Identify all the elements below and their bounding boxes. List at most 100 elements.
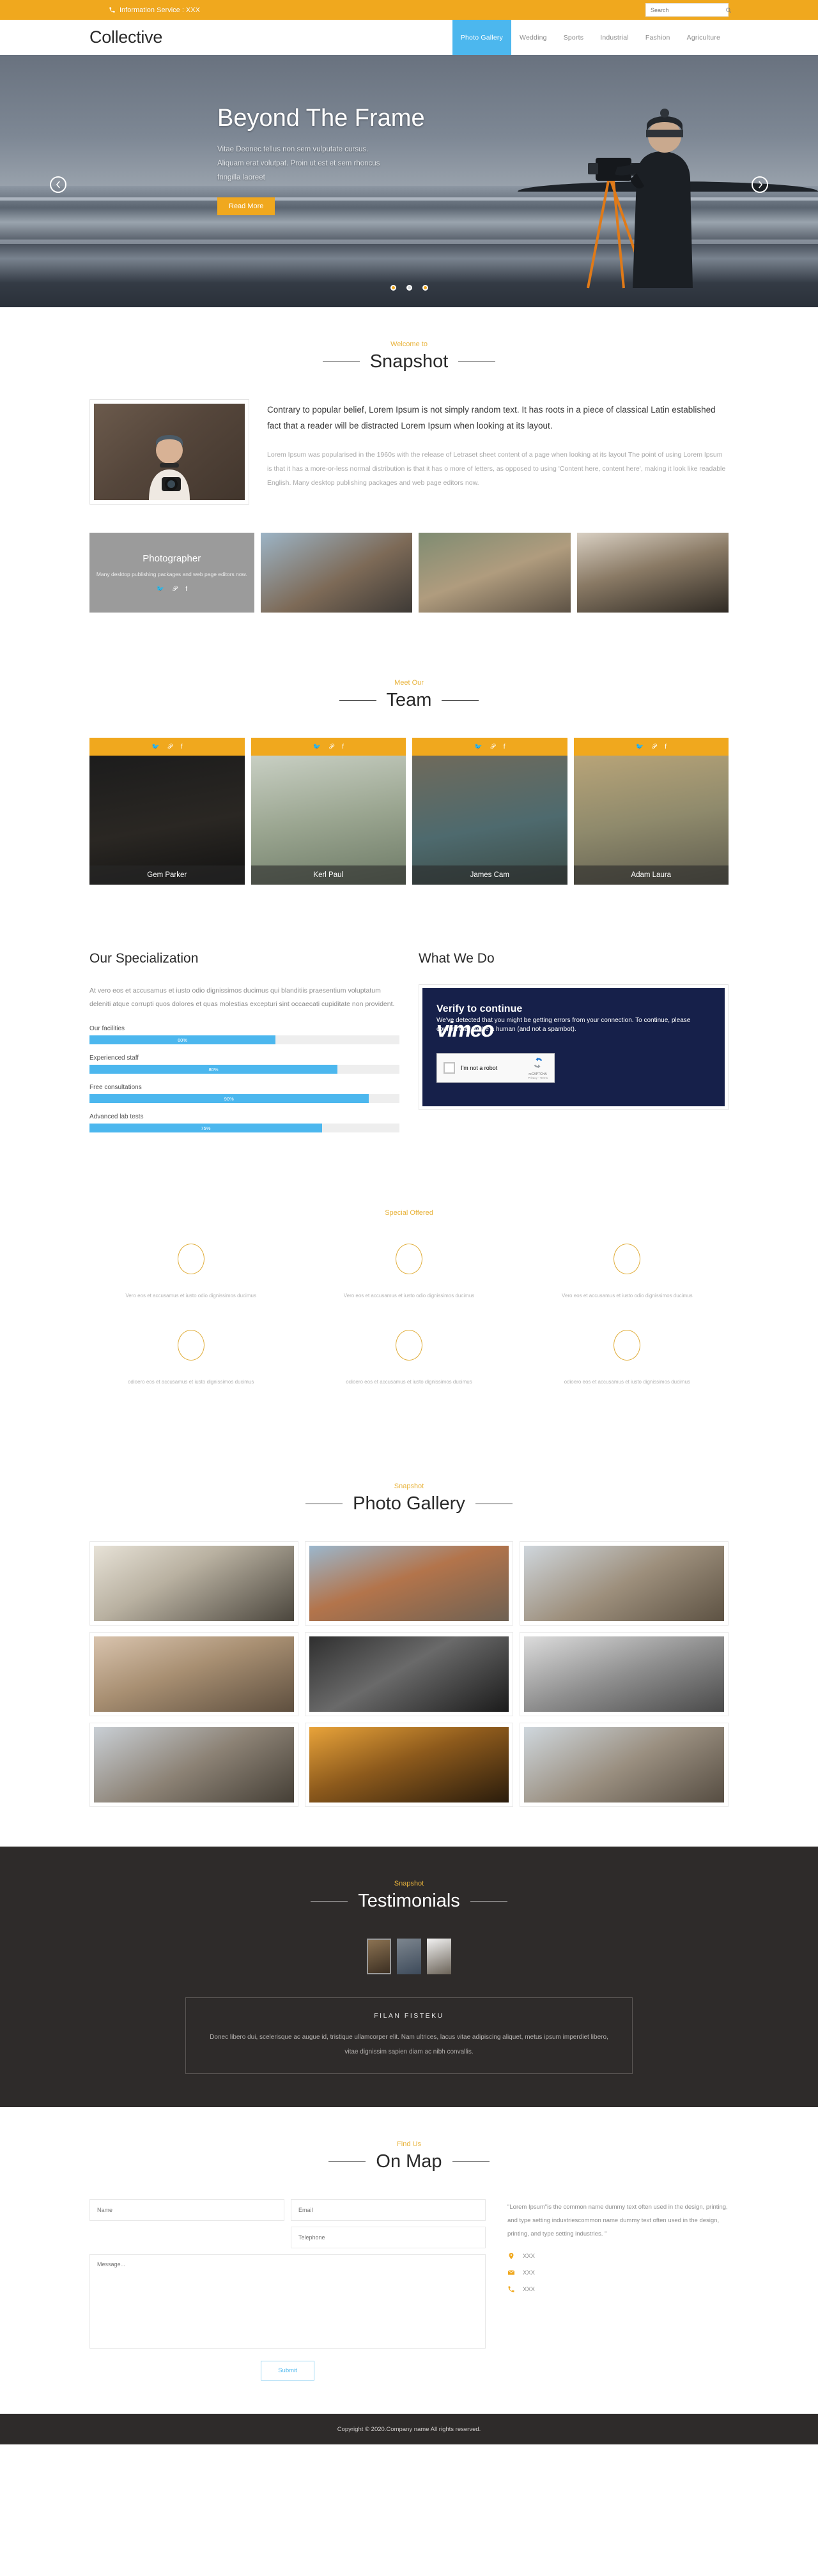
offer-item[interactable]: odioero eos et accusamus et iusto dignis…	[307, 1330, 510, 1387]
twitter-icon[interactable]: 🐦	[151, 743, 159, 751]
gallery-item[interactable]	[304, 1632, 514, 1716]
hero-next-arrow[interactable]	[752, 176, 768, 193]
hero-dot-1[interactable]	[390, 285, 396, 291]
photographer-portrait-photo	[94, 404, 245, 500]
heading-rule-left	[339, 700, 376, 701]
search-box[interactable]	[645, 3, 732, 17]
pinterest-icon[interactable]: 𝒫	[490, 743, 495, 751]
gallery-item[interactable]	[520, 1723, 729, 1807]
pinterest-icon[interactable]: 𝒫	[167, 743, 172, 751]
nav-item-photo-gallery[interactable]: Photo Gallery	[452, 20, 512, 55]
team-member-card: 🐦 𝒫 f Gem Parker	[89, 738, 245, 885]
information-service-text: Information Service : XXX	[120, 6, 200, 14]
email-input[interactable]	[291, 2199, 486, 2221]
hero-dot-2[interactable]	[406, 285, 412, 291]
avatar-3[interactable]	[427, 1939, 451, 1974]
photographer-card-text: Many desktop publishing packages and web…	[96, 570, 247, 577]
offer-item[interactable]: odioero eos et accusamus et iusto dignis…	[526, 1330, 729, 1387]
pinterest-icon[interactable]: 𝒫	[329, 743, 334, 751]
search-input[interactable]	[651, 6, 725, 13]
vimeo-logo: vimeo	[436, 1017, 494, 1042]
offers-row-2: odioero eos et accusamus et iusto dignis…	[89, 1330, 729, 1387]
offer-circle-icon	[395, 1244, 422, 1274]
offer-item[interactable]: Vero eos et accusamus et iusto odio dign…	[89, 1244, 292, 1300]
facebook-icon[interactable]: f	[504, 743, 505, 751]
recaptcha-checkbox[interactable]	[444, 1062, 455, 1074]
card-photo-camera-closeup[interactable]	[260, 533, 412, 613]
contact-info: "Lorem Ipsum"is the common name dummy te…	[507, 2199, 729, 2381]
special-offered-heading: Special Offered	[89, 1209, 729, 1217]
nav-item-wedding[interactable]: Wedding	[511, 20, 555, 55]
gallery-row	[89, 1632, 729, 1716]
telephone-input[interactable]	[291, 2227, 486, 2248]
offer-item[interactable]: Vero eos et accusamus et iusto odio dign…	[307, 1244, 510, 1300]
phone-icon	[508, 2286, 514, 2292]
hero-prev-arrow[interactable]	[50, 176, 66, 193]
twitter-icon[interactable]: 🐦	[636, 743, 644, 751]
team-member-name: Adam Laura	[573, 865, 729, 885]
site-footer: Copyright © 2020.Company name All rights…	[0, 2414, 818, 2444]
nav-item-sports[interactable]: Sports	[555, 20, 592, 55]
search-icon[interactable]	[725, 7, 732, 13]
photo-gallery-title: Photo Gallery	[353, 1493, 465, 1514]
twitter-icon[interactable]: 🐦	[474, 743, 482, 751]
nav-item-fashion[interactable]: Fashion	[637, 20, 679, 55]
team-member-card: 🐦 𝒫 f James Cam	[412, 738, 567, 885]
card-photo-woman-outdoor[interactable]	[419, 533, 571, 613]
pinterest-icon[interactable]: 𝒫	[652, 743, 656, 751]
pinterest-icon[interactable]: 𝒫	[173, 586, 177, 593]
message-textarea[interactable]	[89, 2254, 486, 2349]
vimeo-verify-heading: Verify to continue	[436, 1003, 523, 1014]
testimonials-title: Testimonials	[358, 1891, 460, 1911]
contact-address-value: XXX	[523, 2252, 536, 2260]
nav-item-agriculture[interactable]: Agriculture	[679, 20, 729, 55]
main-navigation: Photo Gallery Wedding Sports Industrial …	[452, 20, 729, 55]
offer-circle-icon	[177, 1330, 204, 1360]
video-embed-frame: Verify to continue We've detected that y…	[419, 984, 729, 1110]
hero-dot-3[interactable]	[422, 285, 428, 291]
offer-text: odioero eos et accusamus et iusto dignis…	[564, 1379, 691, 1385]
photo-gallery-heading: Snapshot Photo Gallery	[89, 1482, 729, 1514]
snapshot-lead-text: Contrary to popular belief, Lorem Ipsum …	[267, 405, 716, 431]
testimonial-quote: Donec libero dui, scelerisque ac augue i…	[210, 2034, 608, 2055]
team-social-bar: 🐦 𝒫 f	[573, 738, 729, 756]
gallery-item[interactable]	[89, 1541, 298, 1626]
team-member-photo: James Cam	[412, 756, 567, 885]
gallery-row	[89, 1541, 729, 1626]
skill-bar-our-facilities: 60%	[89, 1035, 399, 1044]
name-input[interactable]	[89, 2199, 284, 2221]
submit-button[interactable]: Submit	[261, 2361, 314, 2381]
site-logo[interactable]: Collective	[89, 27, 162, 47]
contact-phone: XXX	[507, 2285, 729, 2293]
avatar-1[interactable]	[367, 1939, 391, 1974]
facebook-icon[interactable]: f	[342, 743, 344, 751]
avatar-2[interactable]	[397, 1939, 421, 1974]
gallery-item[interactable]	[89, 1632, 298, 1716]
offer-item[interactable]: Vero eos et accusamus et iusto odio dign…	[526, 1244, 729, 1300]
gallery-item[interactable]	[304, 1723, 514, 1807]
skill-value-advanced-lab-tests: 75%	[89, 1124, 322, 1132]
photographer-info-card: Photographer Many desktop publishing pac…	[89, 533, 254, 613]
offer-circle-icon	[177, 1244, 204, 1274]
top-bar: Information Service : XXX	[0, 0, 818, 20]
recaptcha-terms[interactable]: Privacy - Terms	[528, 1076, 548, 1079]
nav-item-industrial[interactable]: Industrial	[592, 20, 637, 55]
twitter-icon[interactable]: 🐦	[313, 743, 321, 751]
testimonials-pretitle: Snapshot	[394, 1880, 424, 1887]
chevron-left-icon	[56, 181, 60, 188]
gallery-item[interactable]	[89, 1723, 298, 1807]
offer-item[interactable]: odioero eos et accusamus et iusto dignis…	[89, 1330, 292, 1387]
man-with-camera-photo	[524, 1636, 725, 1712]
facebook-icon[interactable]: f	[665, 743, 667, 751]
skill-value-our-facilities: 60%	[89, 1035, 275, 1044]
gallery-item[interactable]	[304, 1541, 514, 1626]
gallery-item[interactable]	[520, 1632, 729, 1716]
facebook-icon[interactable]: f	[181, 743, 183, 751]
twitter-icon[interactable]: 🐦	[157, 586, 164, 593]
recaptcha-widget[interactable]: I'm not a robot reCAPTCHA Privacy - Term…	[436, 1053, 555, 1083]
facebook-icon[interactable]: f	[185, 586, 187, 593]
gallery-item[interactable]	[520, 1541, 729, 1626]
card-photo-vintage-camera[interactable]	[576, 533, 729, 613]
hero-subtitle: Vitae Deonec tellus non sem vulputate cu…	[217, 146, 380, 181]
hero-read-more-button[interactable]: Read More	[217, 197, 275, 215]
